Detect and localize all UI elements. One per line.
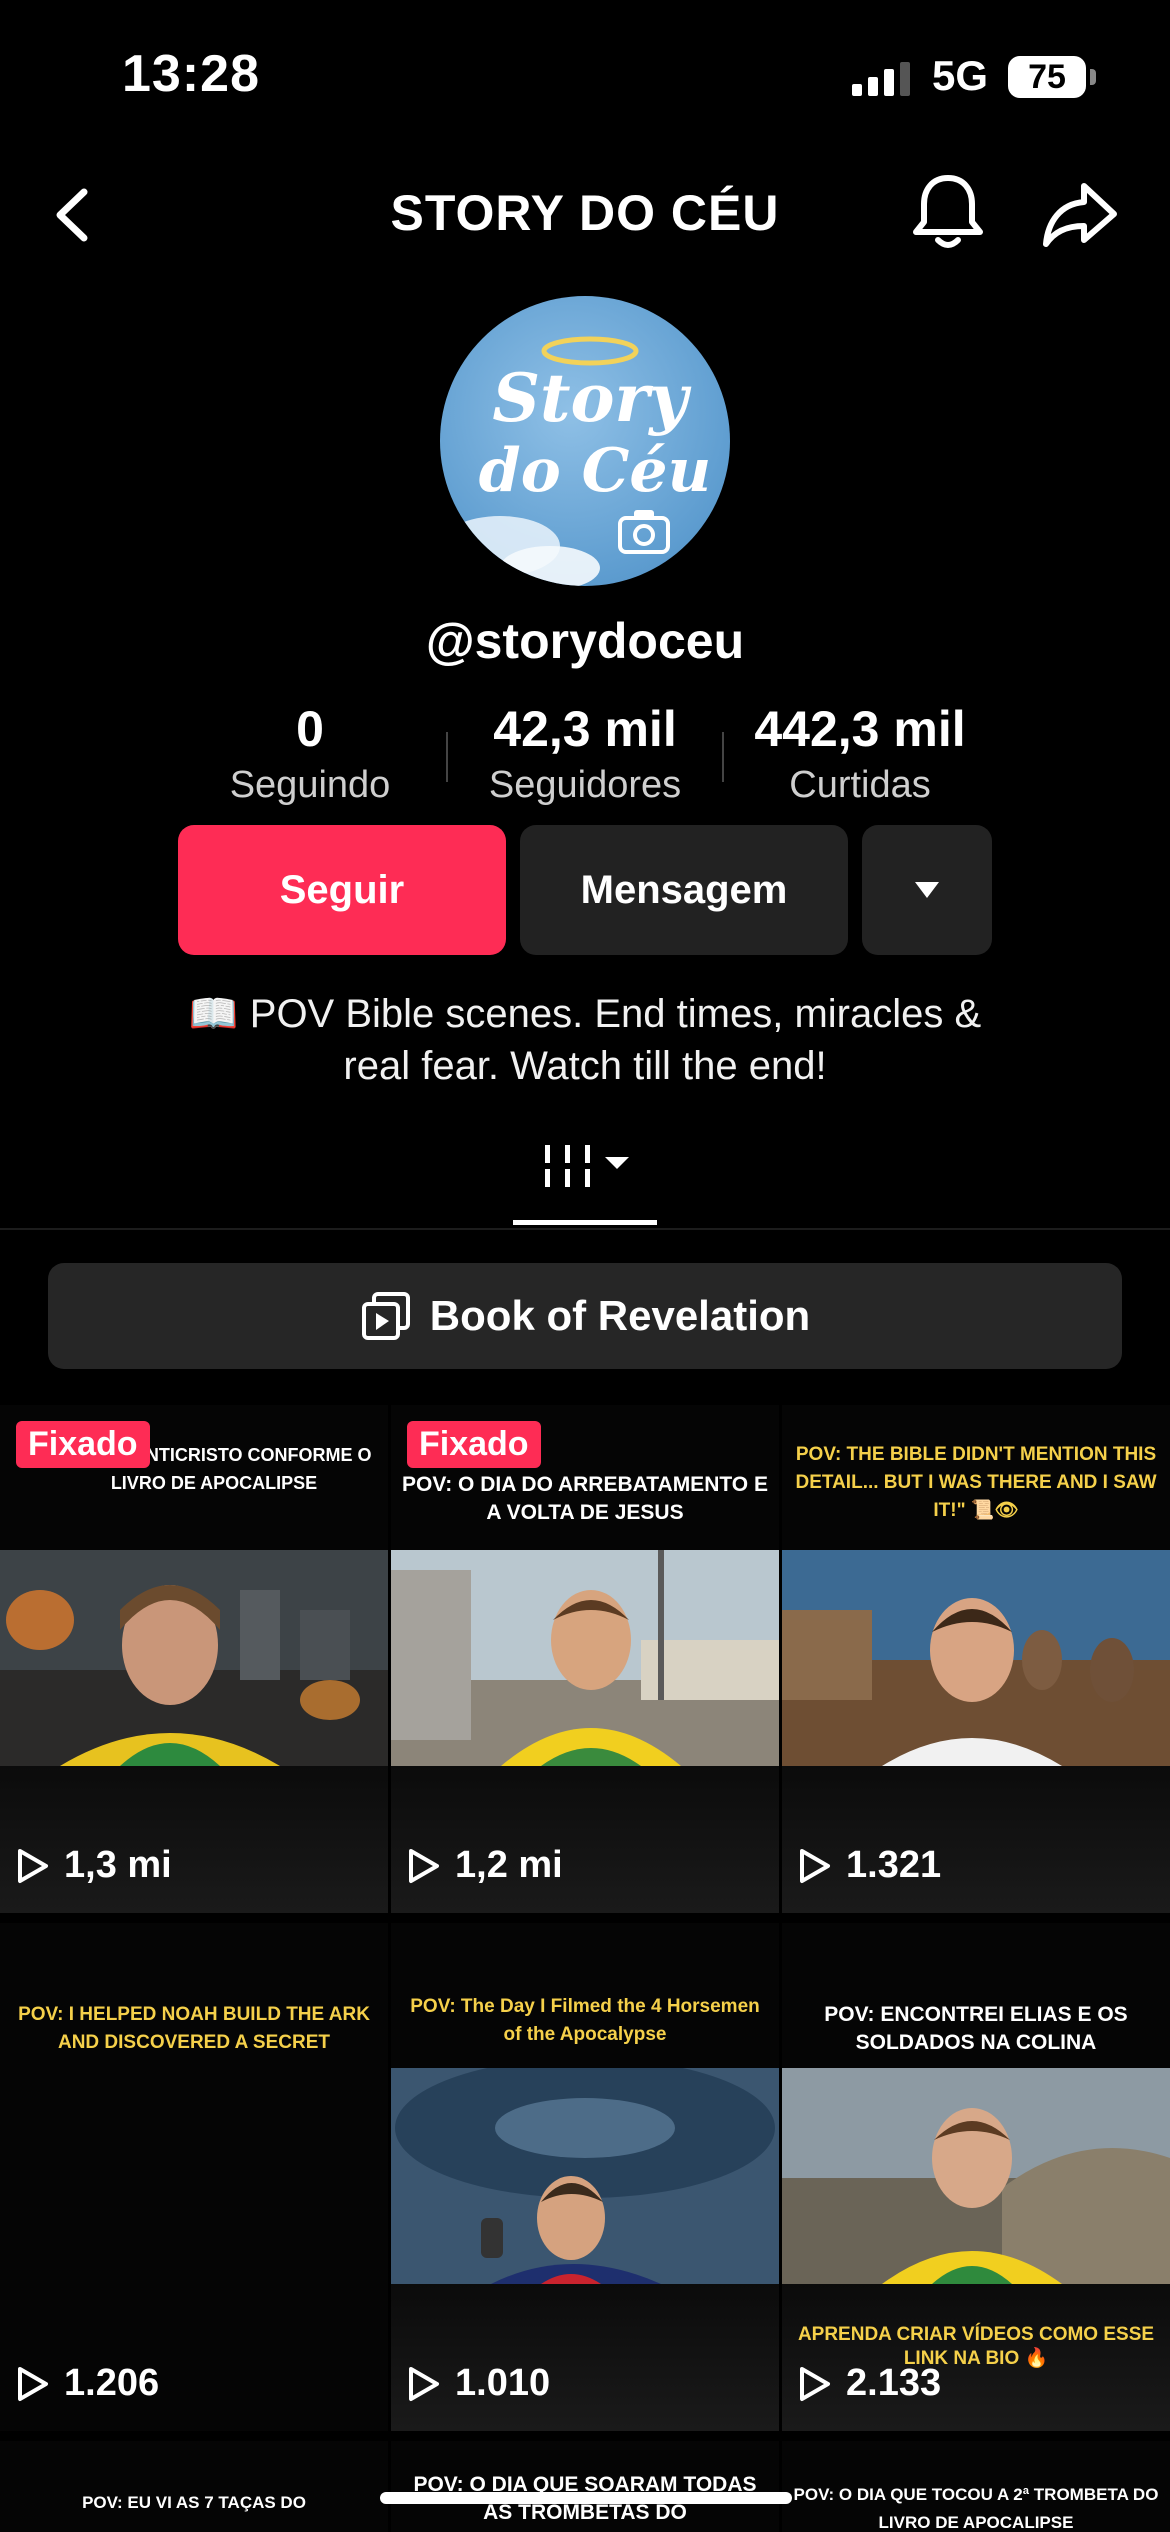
video-thumbnail — [391, 2068, 779, 2284]
video-tile[interactable]: POV: The Day I Filmed the 4 Horsemen of … — [391, 1923, 779, 2431]
video-thumbnail — [782, 2068, 1170, 2284]
video-thumbnail — [782, 1550, 1170, 1766]
stat-following[interactable]: 0 Seguindo — [200, 700, 420, 807]
share-icon[interactable] — [1040, 174, 1120, 254]
play-icon — [18, 1848, 48, 1883]
tile-fade — [0, 1766, 388, 1913]
video-thumbnail — [0, 1923, 388, 2431]
view-count-value: 1.321 — [846, 1844, 942, 1886]
play-icon — [18, 2366, 48, 2401]
video-tile[interactable]: POV: O DIA DO ARREBATAMENTO E A VOLTA DE… — [391, 1405, 779, 1913]
stat-following-label: Seguindo — [229, 764, 391, 806]
view-count-value: 1.010 — [455, 2362, 551, 2404]
stat-divider — [722, 732, 724, 782]
home-indicator[interactable] — [380, 2492, 792, 2504]
play-icon — [409, 2366, 439, 2401]
tab-underline — [513, 1220, 657, 1225]
video-tile[interactable]: POV: THE BIBLE DIDN'T MENTION THIS DETAI… — [782, 1405, 1170, 1913]
bio-line-2: real fear. Watch till the end! — [343, 1044, 827, 1088]
video-caption: POV: O DIA QUE TOCOU A 2ª TROMBETA DO LI… — [793, 2485, 1159, 2532]
status-time: 13:28 — [122, 45, 260, 103]
profile-bio: 📖 POV Bible scenes. End times, miracles … — [100, 988, 1070, 1092]
tile-fade — [391, 2284, 779, 2431]
top-bar: STORY DO CÉU — [0, 160, 1170, 270]
stat-following-value: 0 — [296, 701, 324, 757]
pinned-badge: Fixado — [16, 1421, 150, 1468]
stat-likes-label: Curtidas — [789, 764, 931, 806]
stat-followers-value: 42,3 mil — [493, 701, 677, 757]
grid-tab-icon[interactable] — [513, 1135, 657, 1215]
status-bar: 13:28 5G 75 — [0, 0, 1170, 150]
view-count: 1.010 — [407, 2362, 550, 2405]
playlist-button[interactable]: Book of Revelation — [48, 1263, 1122, 1369]
video-tile[interactable]: POV: EU VI AS 7 TAÇAS DO — [0, 2441, 388, 2532]
stat-likes-value: 442,3 mil — [754, 701, 966, 757]
stat-divider — [446, 732, 448, 782]
playlist-icon — [361, 1292, 410, 1340]
video-tile[interactable]: POV: O DIA QUE TOCOU A 2ª TROMBETA DO LI… — [782, 2441, 1170, 2532]
view-count-value: 2.133 — [846, 2362, 942, 2404]
video-tile[interactable]: POV: I HELPED NOAH BUILD THE ARK AND DIS… — [0, 1923, 388, 2431]
stat-likes[interactable]: 442,3 mil Curtidas — [740, 700, 980, 807]
battery-tip — [1090, 69, 1096, 85]
video-caption: POV: THE BIBLE DIDN'T MENTION THIS DETAI… — [795, 1444, 1157, 1521]
follow-button[interactable]: Seguir — [178, 825, 506, 955]
bell-icon[interactable] — [910, 170, 986, 254]
view-count-value: 1,2 mi — [455, 1844, 563, 1886]
video-caption: POV: The Day I Filmed the 4 Horsemen of … — [410, 1996, 760, 2045]
bio-line-1: 📖 POV Bible scenes. End times, miracles … — [188, 992, 982, 1036]
video-caption: POV: O DIA DO ARREBATAMENTO E A VOLTA DE… — [402, 1473, 768, 1524]
camera-icon — [618, 510, 670, 554]
avatar-logo-text: Story — [492, 359, 692, 437]
signal-icon — [852, 62, 910, 96]
tab-separator — [0, 1228, 1170, 1230]
play-icon — [800, 2366, 830, 2401]
pinned-badge: Fixado — [407, 1421, 541, 1468]
view-count: 1,2 mi — [407, 1844, 563, 1887]
video-tile[interactable]: POV: O DIA QUE SOARAM TODAS AS TROMBETAS… — [391, 2441, 779, 2532]
tile-fade — [782, 1766, 1170, 1913]
video-thumbnail — [0, 1550, 388, 1766]
view-count: 1.321 — [798, 1844, 941, 1887]
view-count: 1.206 — [16, 2362, 159, 2405]
video-thumbnail — [391, 1550, 779, 1766]
video-tile[interactable]: POV: ENCONTREI ELIAS E OS SOLDADOS NA CO… — [782, 1923, 1170, 2431]
tile-fade — [391, 1766, 779, 1913]
avatar-logo-text-2: do Céu — [479, 436, 711, 506]
video-caption: POV: EU VI AS 7 TAÇAS DO — [82, 2493, 306, 2512]
avatar[interactable]: Story do Céu — [440, 296, 730, 586]
view-count-value: 1.206 — [64, 2362, 160, 2404]
play-icon — [409, 1848, 439, 1883]
stat-followers-label: Seguidores — [488, 764, 682, 806]
dropdown-icon — [915, 882, 939, 898]
message-button[interactable]: Mensagem — [520, 825, 848, 955]
video-caption: POV: I HELPED NOAH BUILD THE ARK AND DIS… — [18, 2004, 370, 2053]
page-title: STORY DO CÉU — [390, 185, 780, 241]
view-count: 1,3 mi — [16, 1844, 172, 1887]
stat-followers[interactable]: 42,3 mil Seguidores — [470, 700, 700, 807]
profile-handle: @storydoceu — [425, 613, 745, 669]
play-icon — [800, 1848, 830, 1883]
view-count-value: 1,3 mi — [64, 1844, 172, 1886]
video-tile[interactable]: ADO DO ANTICRISTO CONFORME O LIVRO DE AP… — [0, 1405, 388, 1913]
battery-indicator: 75 — [1008, 56, 1086, 98]
view-count: 2.133 — [798, 2362, 941, 2405]
playlist-label: Book of Revelation — [429, 1292, 811, 1339]
video-caption: POV: ENCONTREI ELIAS E OS SOLDADOS NA CO… — [824, 2003, 1128, 2054]
network-type: 5G — [932, 52, 989, 99]
more-options-button[interactable] — [862, 825, 992, 955]
